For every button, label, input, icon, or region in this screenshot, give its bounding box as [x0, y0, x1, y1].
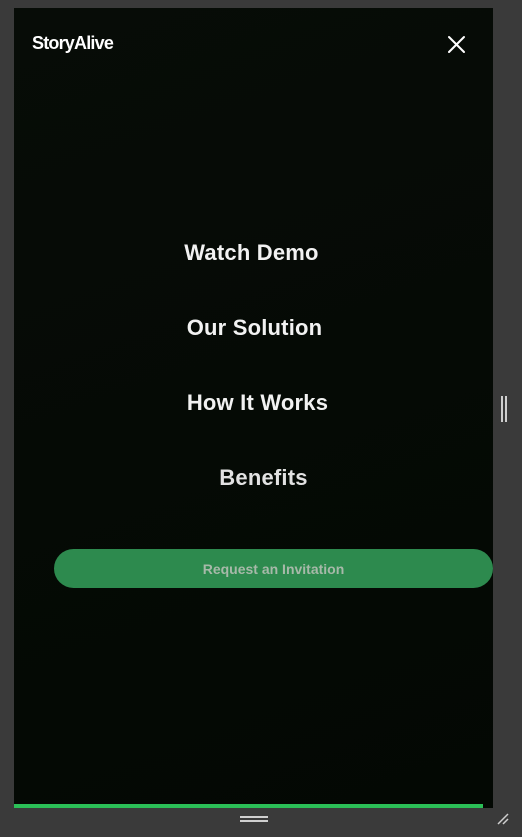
page-progress-bar — [14, 804, 483, 808]
close-icon — [448, 36, 465, 53]
nav-item-our-solution[interactable]: Our Solution — [15, 315, 493, 341]
site-logo[interactable]: StoryAlive — [32, 33, 114, 54]
corner-resize-handle[interactable] — [496, 812, 510, 826]
handle-line — [240, 816, 268, 818]
preview-viewport: StoryAlive Watch Demo Our Solution How I… — [14, 8, 493, 808]
nav-item-how-it-works[interactable]: How It Works — [18, 390, 493, 416]
width-resize-handle[interactable] — [500, 396, 508, 422]
frame-border-top — [0, 0, 522, 8]
nav-item-watch-demo[interactable]: Watch Demo — [14, 240, 491, 266]
resize-grip-icon — [497, 813, 509, 825]
close-menu-button[interactable] — [444, 32, 470, 58]
nav-item-benefits[interactable]: Benefits — [24, 465, 493, 491]
height-resize-handle[interactable] — [240, 815, 268, 823]
handle-line — [240, 820, 268, 822]
request-invitation-button[interactable]: Request an Invitation — [54, 549, 493, 588]
handle-line — [505, 396, 507, 422]
handle-line — [501, 396, 503, 422]
